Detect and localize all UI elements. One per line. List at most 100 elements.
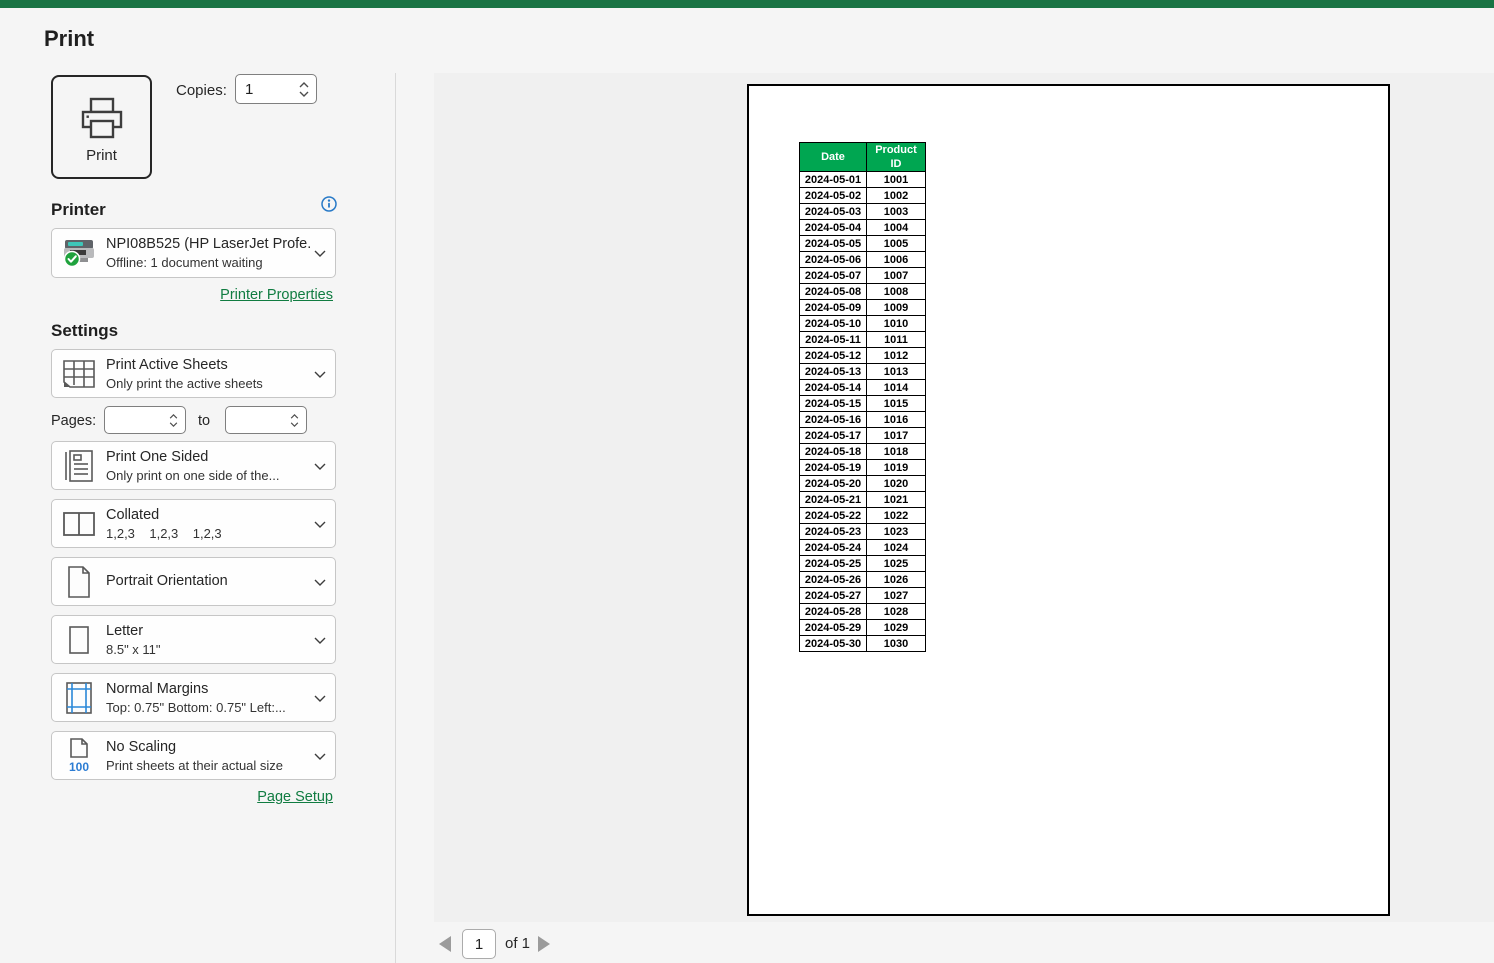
table-cell: 2024-05-04 [800,220,867,236]
spin-up-icon[interactable] [169,414,178,419]
duplex-subtitle: Only print on one side of the... [106,467,310,484]
table-row: 2024-05-011001 [800,172,926,188]
duplex-dropdown[interactable]: Print One Sided Only print on one side o… [51,441,336,490]
preview-sheet-table: Date Product ID 2024-05-0110012024-05-02… [799,142,926,652]
table-cell: 1006 [867,252,926,268]
table-row: 2024-05-191019 [800,460,926,476]
table-row: 2024-05-021002 [800,188,926,204]
table-cell: 2024-05-26 [800,572,867,588]
page-title: Print [44,26,94,52]
scaling-dropdown[interactable]: 100 No Scaling Print sheets at their act… [51,731,336,780]
collation-dropdown[interactable]: Collated 1,2,3 1,2,3 1,2,3 [51,499,336,548]
table-cell: 1010 [867,316,926,332]
table-row: 2024-05-071007 [800,268,926,284]
page-setup-link[interactable]: Page Setup [51,789,333,805]
chevron-down-icon [310,631,335,649]
no-scaling-icon: 100 [52,737,106,775]
table-row: 2024-05-261026 [800,572,926,588]
table-row: 2024-05-301030 [800,636,926,652]
margins-title: Normal Margins [106,680,310,699]
table-cell: 1018 [867,444,926,460]
table-cell: 1003 [867,204,926,220]
table-cell: 1026 [867,572,926,588]
chevron-down-icon [310,365,335,383]
info-icon[interactable] [321,196,337,217]
spin-down-icon[interactable] [290,422,299,427]
spin-down-icon[interactable] [169,422,178,427]
spin-up-icon[interactable] [299,82,309,88]
spin-down-icon[interactable] [299,91,309,97]
current-page-input[interactable] [463,930,495,958]
table-cell: 2024-05-13 [800,364,867,380]
pages-from-input[interactable] [105,412,169,429]
previous-page-arrow[interactable] [439,936,451,952]
table-row: 2024-05-081008 [800,284,926,300]
table-cell: 2024-05-02 [800,188,867,204]
pages-from-stepper[interactable] [104,406,186,434]
printer-select-dropdown[interactable]: NPI08B525 (HP LaserJet Profe... Offline:… [51,228,336,278]
print-preview-page: Date Product ID 2024-05-0110012024-05-02… [747,84,1390,916]
copies-stepper[interactable] [235,74,317,104]
table-row: 2024-05-111011 [800,332,926,348]
printer-icon [53,93,150,145]
table-cell: 1019 [867,460,926,476]
print-button[interactable]: Print [51,75,152,179]
excel-title-bar [0,0,1494,8]
chevron-down-icon [310,689,335,707]
printer-properties-link[interactable]: Printer Properties [51,287,333,303]
table-cell: 2024-05-29 [800,620,867,636]
margins-subtitle: Top: 0.75" Bottom: 0.75" Left:... [106,699,310,716]
scaling-subtitle: Print sheets at their actual size [106,757,310,774]
table-cell: 1023 [867,524,926,540]
orientation-title: Portrait Orientation [106,572,310,591]
table-body: 2024-05-0110012024-05-0210022024-05-0310… [800,172,926,652]
table-cell: 1029 [867,620,926,636]
paper-size-dropdown[interactable]: Letter 8.5" x 11" [51,615,336,664]
table-cell: 2024-05-30 [800,636,867,652]
table-row: 2024-05-211021 [800,492,926,508]
table-row: 2024-05-091009 [800,300,926,316]
table-row: 2024-05-171017 [800,428,926,444]
table-cell: 2024-05-16 [800,412,867,428]
table-cell: 2024-05-01 [800,172,867,188]
collated-icon [52,510,106,538]
table-row: 2024-05-181018 [800,444,926,460]
margins-dropdown[interactable]: Normal Margins Top: 0.75" Bottom: 0.75" … [51,673,336,722]
spin-up-icon[interactable] [290,414,299,419]
table-row: 2024-05-051005 [800,236,926,252]
table-cell: 1021 [867,492,926,508]
paper-size-title: Letter [106,622,310,641]
table-row: 2024-05-271027 [800,588,926,604]
table-cell: 1009 [867,300,926,316]
collation-subtitle: 1,2,3 1,2,3 1,2,3 [106,525,310,542]
table-cell: 1012 [867,348,926,364]
table-cell: 2024-05-15 [800,396,867,412]
table-cell: 2024-05-24 [800,540,867,556]
printer-status-icon [52,237,106,269]
print-what-dropdown[interactable]: Print Active Sheets Only print the activ… [51,349,336,398]
copies-input[interactable] [236,81,299,98]
pages-label: Pages: [51,413,96,429]
table-row: 2024-05-101010 [800,316,926,332]
table-cell: 2024-05-28 [800,604,867,620]
pages-to-input[interactable] [226,412,290,429]
chevron-down-icon [310,747,335,765]
one-sided-icon [52,448,106,484]
orientation-dropdown[interactable]: Portrait Orientation [51,557,336,606]
table-cell: 1008 [867,284,926,300]
chevron-down-icon [310,515,335,533]
table-cell: 1004 [867,220,926,236]
table-header-row: Date Product ID [800,143,926,172]
table-cell: 2024-05-08 [800,284,867,300]
table-row: 2024-05-161016 [800,412,926,428]
table-row: 2024-05-201020 [800,476,926,492]
table-cell: 1025 [867,556,926,572]
next-page-arrow[interactable] [538,936,550,952]
table-cell: 2024-05-19 [800,460,867,476]
pages-to-stepper[interactable] [225,406,307,434]
current-page-box[interactable] [462,929,496,959]
table-cell: 1014 [867,380,926,396]
portrait-page-icon [52,564,106,600]
table-cell: 2024-05-21 [800,492,867,508]
table-cell: 2024-05-11 [800,332,867,348]
